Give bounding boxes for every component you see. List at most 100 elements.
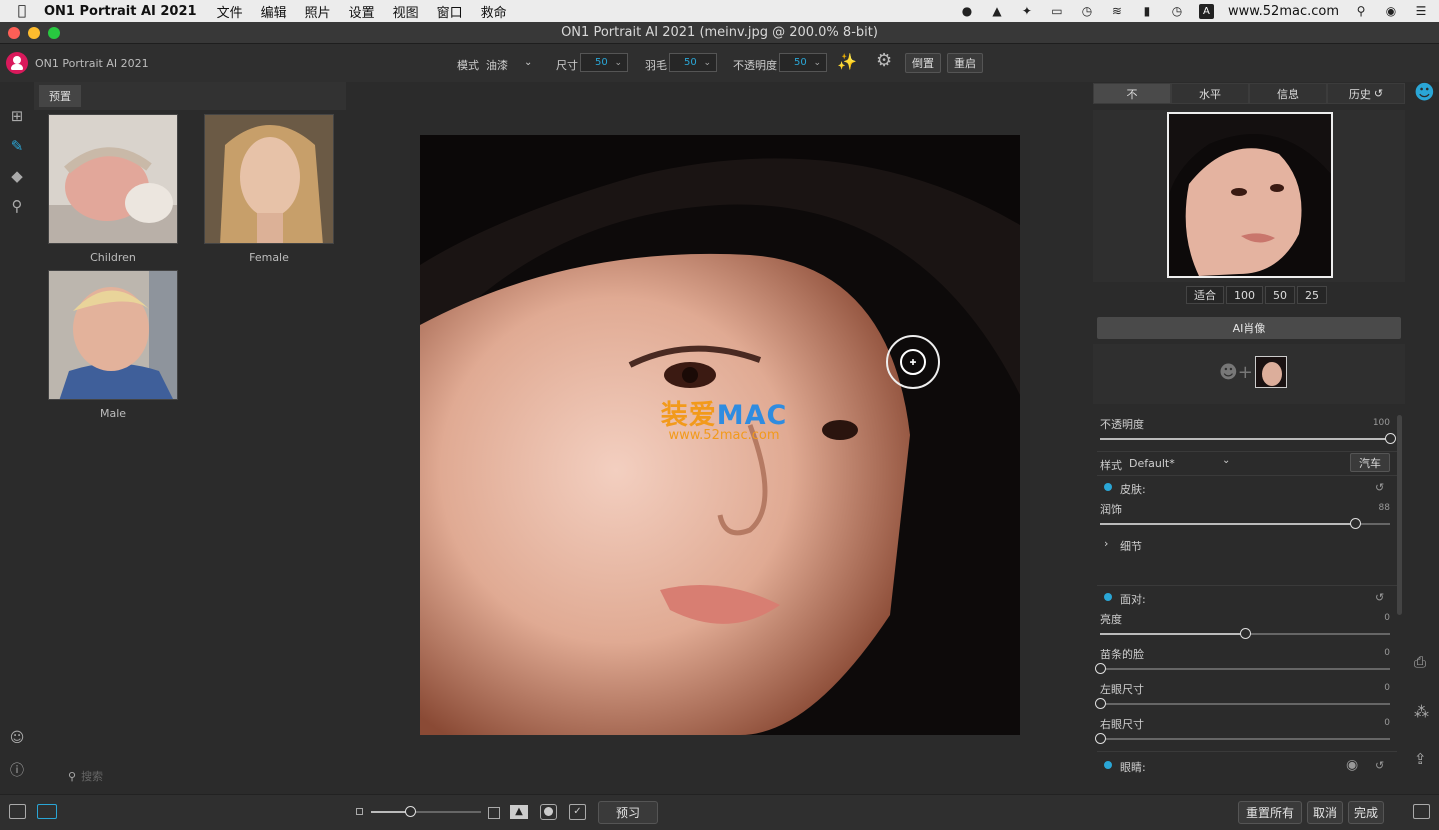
toggle-presets-icon[interactable] [37, 804, 57, 819]
menu-view[interactable]: 视图 [393, 2, 419, 21]
export-icon[interactable]: ⇪ [1414, 750, 1427, 768]
slim-face-slider-knob[interactable] [1095, 663, 1106, 674]
smooth-slider-knob[interactable] [1350, 518, 1362, 529]
tab-info[interactable]: 信息 [1249, 83, 1327, 104]
face-thumbnail[interactable] [1255, 356, 1287, 388]
chevron-right-icon[interactable]: › [1104, 537, 1108, 550]
apple-icon[interactable]:  [0, 3, 44, 19]
text-overlay-icon[interactable]: ▲ [510, 805, 528, 819]
share-icon[interactable]: ⁂ [1414, 703, 1429, 721]
preset-search[interactable]: ⚲ 搜索 [68, 768, 103, 784]
minimize-window-button[interactable] [28, 27, 40, 39]
face-enabled-dot[interactable] [1104, 593, 1112, 601]
tab-none[interactable]: 不 [1093, 83, 1171, 104]
siri-icon[interactable]: ◉ [1383, 4, 1399, 18]
brightness-slider-knob[interactable] [1240, 628, 1251, 639]
chevron-down-icon[interactable]: ⌄ [1222, 455, 1230, 466]
qq-icon[interactable]: ▲ [989, 4, 1005, 18]
menu-file[interactable]: 文件 [217, 2, 243, 21]
reset-icon[interactable]: ↺ [1375, 481, 1384, 494]
wifi-icon[interactable]: ≋ [1109, 4, 1125, 18]
zoom-large-icon[interactable] [488, 807, 500, 819]
preset-thumb-female[interactable] [204, 114, 334, 244]
opacity-field[interactable]: 50 ⌄ [779, 53, 827, 72]
gear-icon[interactable]: ⚙ [876, 50, 892, 71]
panel-scrollbar[interactable] [1397, 415, 1402, 615]
close-window-button[interactable] [8, 27, 20, 39]
tab-level[interactable]: 水平 [1171, 83, 1249, 104]
mask-view-icon[interactable] [540, 804, 557, 820]
input-method-icon[interactable]: A [1198, 3, 1214, 19]
left-eye-label: 左眼尺寸 [1100, 683, 1144, 696]
compare-icon[interactable]: ✓ [569, 804, 586, 820]
magic-wand-icon[interactable]: ✨ [837, 52, 857, 71]
time-machine-icon[interactable]: ◷ [1079, 4, 1095, 18]
zoom-50[interactable]: 50 [1265, 286, 1295, 304]
skin-enabled-dot[interactable] [1104, 483, 1112, 491]
mouse-icon[interactable]: ● [959, 4, 975, 18]
portrait-module-icon[interactable]: ☻ [1414, 80, 1435, 104]
menu-app-name[interactable]: ON1 Portrait AI 2021 [44, 4, 197, 19]
reset-icon[interactable]: ↺ [1375, 591, 1384, 604]
search-icon[interactable]: ⚲ [1353, 4, 1369, 18]
toggle-right-panel-icon[interactable] [1413, 804, 1430, 819]
add-user-icon[interactable]: ☻+ [1219, 362, 1253, 383]
left-eye-slider-knob[interactable] [1095, 698, 1106, 709]
crop-icon[interactable]: ⊞ [7, 106, 27, 126]
chevron-down-icon[interactable]: ⌄ [524, 57, 532, 68]
toggle-left-panel-icon[interactable] [9, 804, 26, 819]
eraser-icon[interactable]: ◆ [7, 166, 27, 186]
style-select[interactable]: Default* [1129, 457, 1175, 470]
cancel-button[interactable]: 取消 [1307, 801, 1343, 824]
opacity-value: 100 [1372, 418, 1390, 428]
menu-photo[interactable]: 照片 [305, 2, 331, 21]
reset-all-button[interactable]: 重置所有 [1238, 801, 1302, 824]
eyes-enabled-dot[interactable] [1104, 761, 1112, 769]
zoom-25[interactable]: 25 [1297, 286, 1327, 304]
divider [1097, 751, 1397, 752]
brush-icon[interactable]: ✎ [7, 136, 27, 156]
car-button[interactable]: 汽车 [1350, 453, 1390, 472]
mode-select[interactable]: 油漆 [486, 57, 508, 73]
eye-icon[interactable]: ◉ [1346, 757, 1358, 773]
zoom-small-icon[interactable] [356, 808, 363, 815]
user-icon[interactable]: ☺ [7, 728, 27, 748]
opacity-label: 不透明度 [733, 59, 777, 72]
zoom-window-button[interactable] [48, 27, 60, 39]
menu-edit[interactable]: 编辑 [261, 2, 287, 21]
tab-history[interactable]: 历史 ↺ [1327, 83, 1405, 104]
reset-icon[interactable]: ↺ [1375, 759, 1384, 772]
stats-icon[interactable]: ✦ [1019, 4, 1035, 18]
zoom-100[interactable]: 100 [1226, 286, 1263, 304]
presets-tab[interactable]: 预置 [39, 85, 81, 107]
help-icon[interactable]: ⓘ [7, 760, 27, 780]
left-eye-slider[interactable] [1100, 703, 1390, 705]
done-button[interactable]: 完成 [1348, 801, 1384, 824]
airplay-icon[interactable]: ▭ [1049, 4, 1065, 18]
clock-icon[interactable]: ◷ [1169, 4, 1185, 18]
zoom-hand-icon[interactable]: ⚲ [7, 196, 27, 216]
reset-button[interactable]: 重启 [947, 53, 983, 73]
navigator-thumbnail[interactable] [1167, 112, 1333, 278]
battery-icon[interactable]: ▮ [1139, 4, 1155, 18]
preset-thumb-children[interactable] [48, 114, 178, 244]
menu-settings[interactable]: 设置 [349, 2, 375, 21]
right-eye-slider[interactable] [1100, 738, 1390, 740]
invert-button[interactable]: 倒置 [905, 53, 941, 73]
zoom-slider-knob[interactable] [404, 806, 416, 817]
feather-field[interactable]: 50 ⌄ [669, 53, 717, 72]
zoom-fit[interactable]: 适合 [1186, 286, 1224, 304]
preset-thumb-male[interactable] [48, 270, 178, 400]
size-field[interactable]: 50 ⌄ [580, 53, 628, 72]
preview-button[interactable]: 预习 [598, 801, 658, 824]
search-placeholder: 搜索 [81, 770, 104, 783]
print-icon[interactable]: ⎙ [1414, 653, 1426, 671]
slim-face-slider[interactable] [1100, 668, 1390, 670]
opacity-slider-knob[interactable] [1385, 433, 1396, 444]
detail-expander[interactable]: 细节 [1120, 538, 1142, 554]
ai-portrait-header[interactable]: AI肖像 [1097, 317, 1401, 339]
control-center-icon[interactable]: ☰ [1413, 4, 1429, 18]
right-eye-slider-knob[interactable] [1095, 733, 1106, 744]
menu-window[interactable]: 窗口 [437, 2, 463, 21]
menu-help[interactable]: 救命 [481, 2, 507, 21]
